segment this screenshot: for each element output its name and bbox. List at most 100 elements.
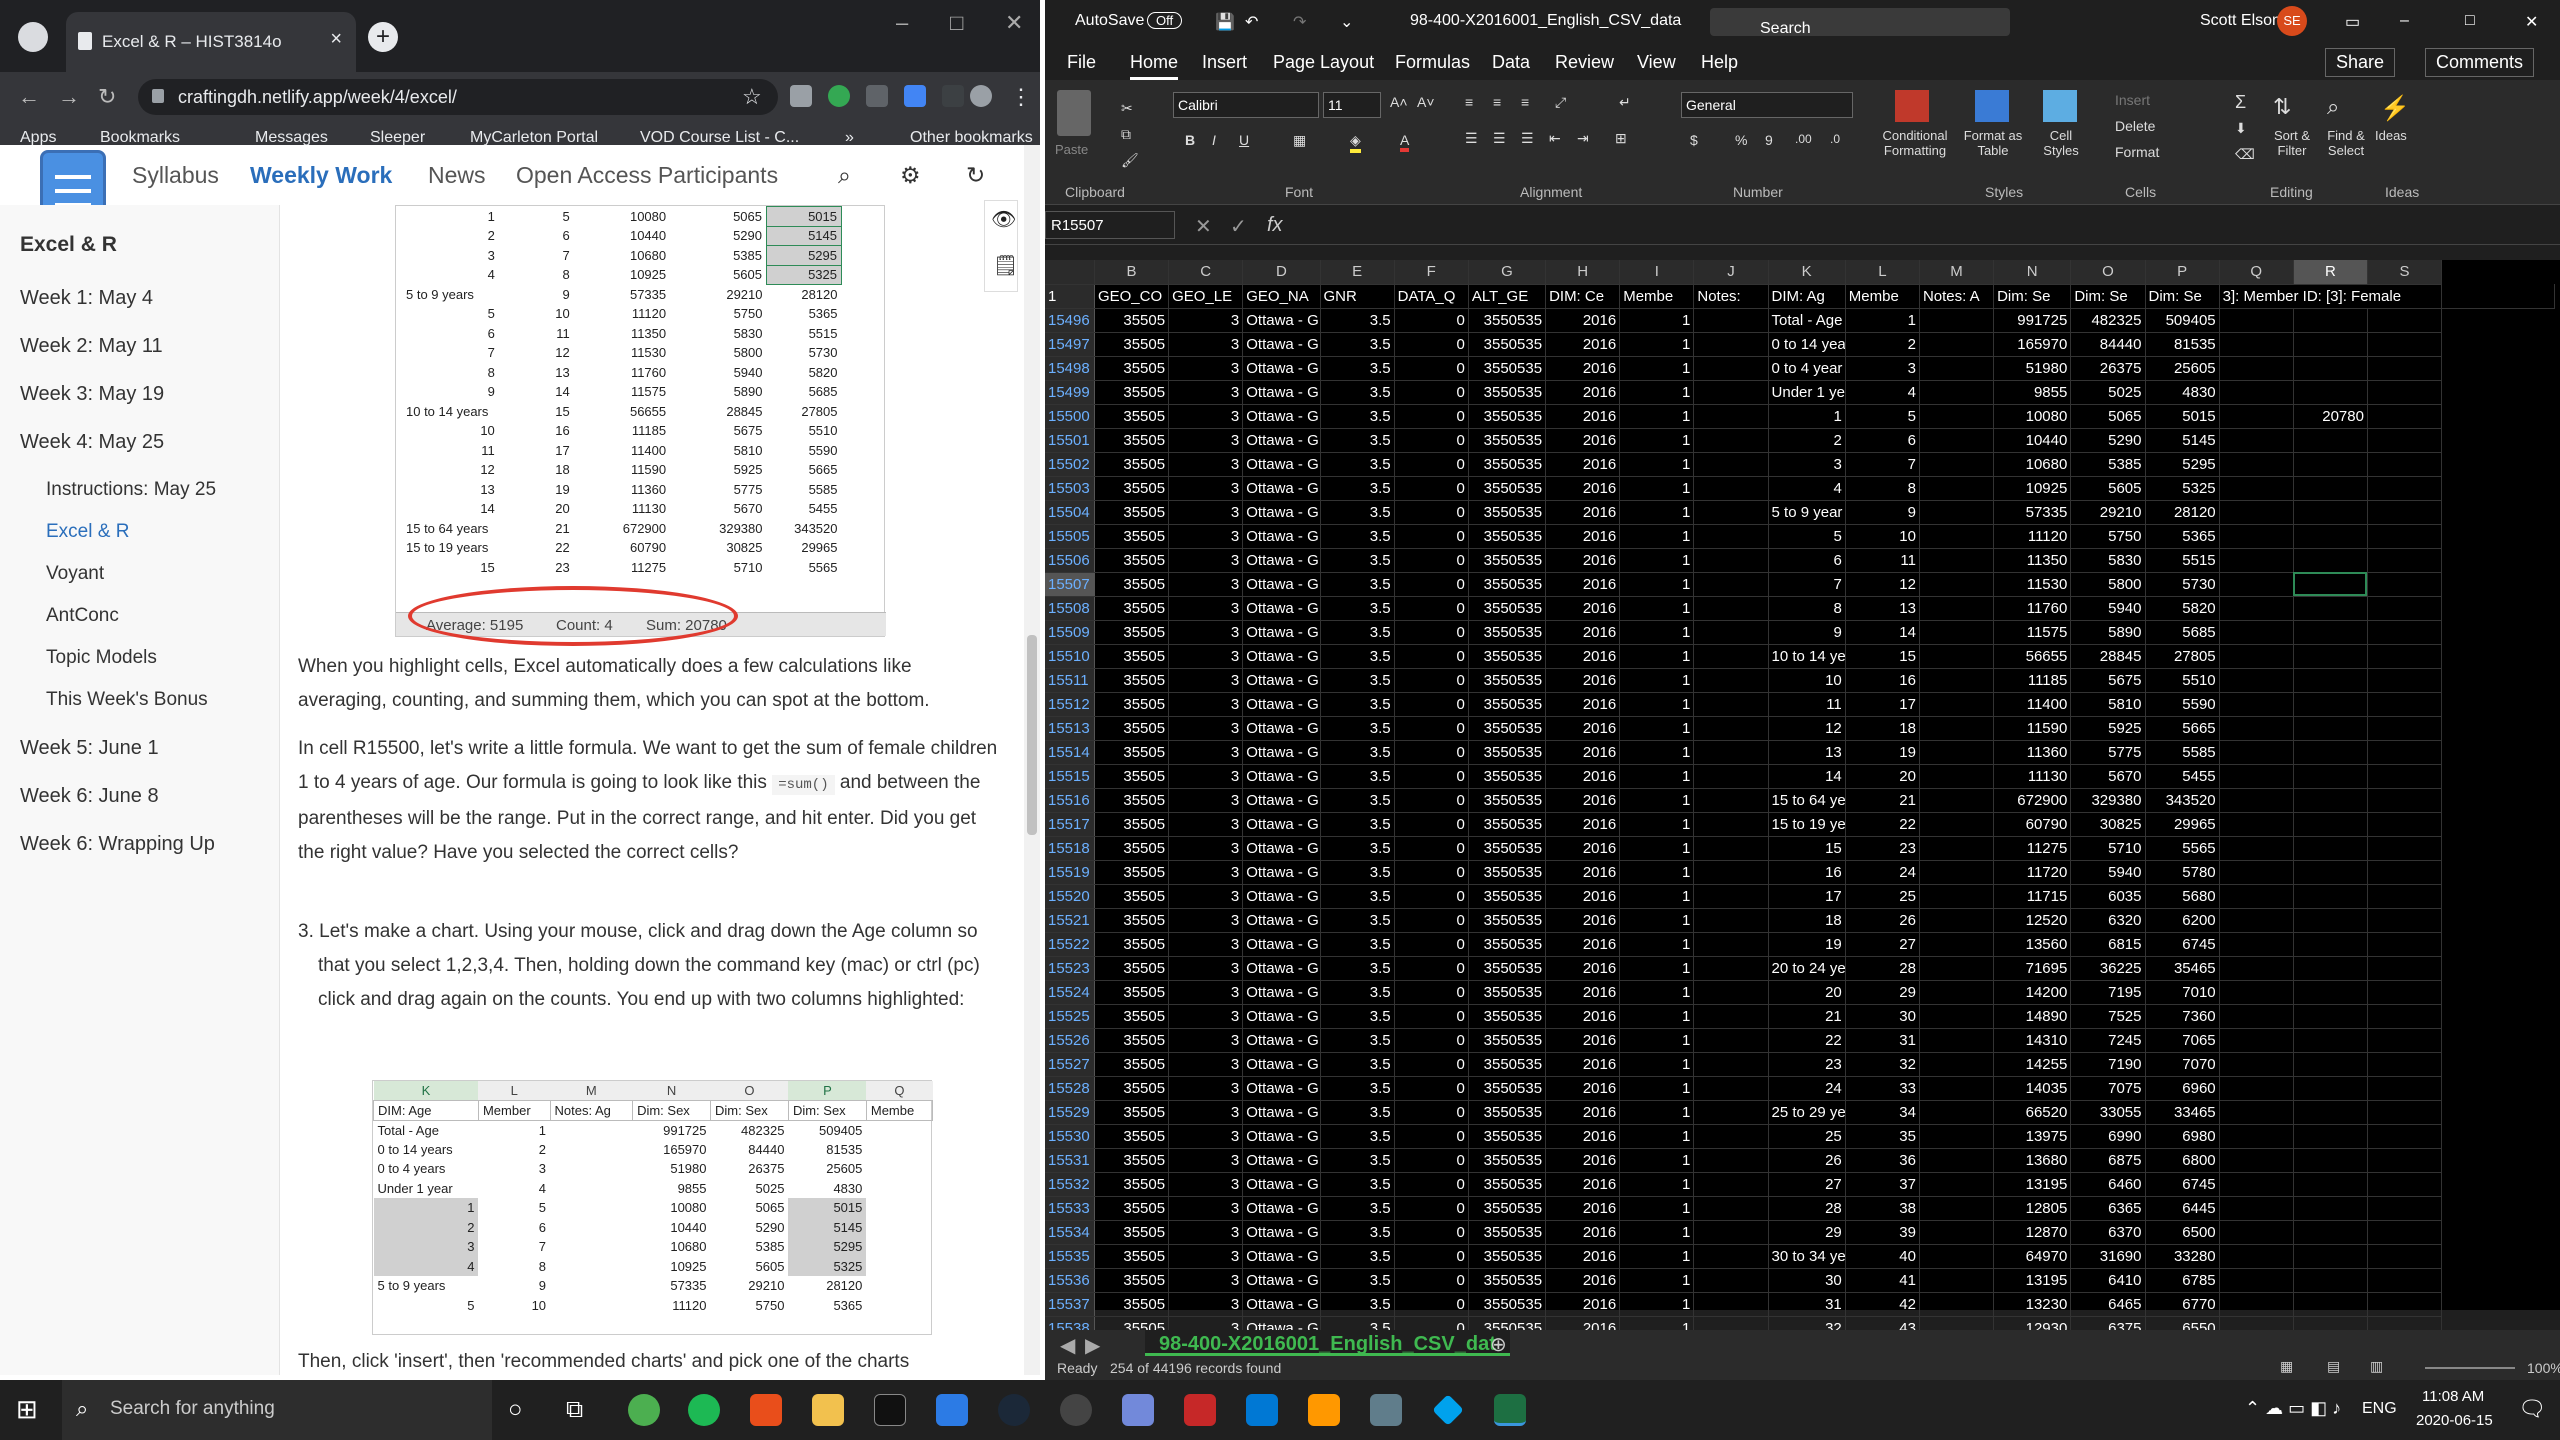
grid-cell[interactable]: 35505 bbox=[1094, 1076, 1170, 1101]
column-header[interactable]: Q bbox=[2219, 260, 2294, 285]
grid-cell[interactable]: 2016 bbox=[1545, 1220, 1621, 1245]
grid-cell[interactable]: 11350 bbox=[1993, 548, 2072, 573]
grid-cell[interactable]: 35505 bbox=[1094, 644, 1170, 669]
grid-cell[interactable]: 3 bbox=[1168, 1124, 1244, 1149]
grid-cell[interactable]: 5830 bbox=[2070, 548, 2146, 573]
grid-cell[interactable]: 3.5 bbox=[1320, 1268, 1395, 1293]
filter-header[interactable]: Dim: Sex bbox=[632, 1100, 711, 1121]
grid-cell[interactable]: 3550535 bbox=[1468, 908, 1547, 933]
grid-cell[interactable]: 6365 bbox=[2070, 1196, 2146, 1221]
grid-cell[interactable]: 3 bbox=[1168, 644, 1244, 669]
grid-cell[interactable]: Ottawa - G bbox=[1242, 1292, 1321, 1317]
grid-cell[interactable]: 10 to 14 ye bbox=[1768, 644, 1846, 669]
grid-cell[interactable] bbox=[1919, 1196, 1995, 1221]
grid-cell[interactable]: 3550535 bbox=[1468, 716, 1547, 741]
grid-cell[interactable] bbox=[2219, 1052, 2294, 1077]
grid-cell[interactable] bbox=[2367, 428, 2443, 453]
comments-button[interactable]: Comments bbox=[2425, 48, 2535, 77]
grid-cell[interactable]: 12 bbox=[1845, 572, 1920, 597]
grid-cell[interactable]: 0 bbox=[1394, 812, 1469, 837]
grid-cell[interactable] bbox=[1693, 1028, 1769, 1053]
grid-cell[interactable] bbox=[1919, 716, 1995, 741]
grid-cell[interactable] bbox=[2367, 1148, 2443, 1173]
grid-cell[interactable]: Ottawa - G bbox=[1242, 1268, 1321, 1293]
grid-cell[interactable]: 3.5 bbox=[1320, 932, 1395, 957]
grid-cell[interactable] bbox=[1919, 356, 1995, 381]
grid-cell[interactable]: 24 bbox=[1845, 860, 1920, 885]
grid-cell[interactable]: 35505 bbox=[1094, 956, 1170, 981]
forward-icon[interactable]: → bbox=[58, 84, 80, 110]
grid-cell[interactable] bbox=[2293, 476, 2368, 501]
grid-cell[interactable] bbox=[1693, 332, 1769, 357]
grid-cell[interactable]: 3550535 bbox=[1468, 1052, 1547, 1077]
grid-cell[interactable]: 3.5 bbox=[1320, 380, 1395, 405]
grid-cell[interactable]: 5675 bbox=[2070, 668, 2146, 693]
nav-syllabus[interactable]: Syllabus bbox=[132, 162, 219, 189]
grid-cell[interactable]: 21 bbox=[1845, 788, 1920, 813]
grid-cell[interactable]: 25 bbox=[1768, 1124, 1846, 1149]
grid-cell[interactable] bbox=[1919, 1124, 1995, 1149]
grid-cell[interactable]: 3 bbox=[1168, 1244, 1244, 1269]
grid-cell[interactable]: 3.5 bbox=[1320, 500, 1395, 525]
grid-cell[interactable]: 3.5 bbox=[1320, 740, 1395, 765]
grid-cell[interactable] bbox=[1693, 884, 1769, 909]
grid-cell[interactable] bbox=[2293, 308, 2368, 333]
filter-header[interactable]: Membe bbox=[1619, 284, 1695, 309]
sheet-nav-prev-icon[interactable]: ◀ bbox=[1060, 1333, 1075, 1358]
grid-cell[interactable]: 35505 bbox=[1094, 1004, 1170, 1029]
grid-cell[interactable]: 5730 bbox=[2145, 572, 2220, 597]
grid-cell[interactable] bbox=[1693, 740, 1769, 765]
grid-cell[interactable] bbox=[1693, 428, 1769, 453]
tab-view[interactable]: View bbox=[1637, 52, 1676, 73]
grid-cell[interactable]: 35505 bbox=[1094, 740, 1170, 765]
grid-cell[interactable]: 11715 bbox=[1993, 884, 2072, 909]
grid-cell[interactable] bbox=[2219, 860, 2294, 885]
grid-cell[interactable]: 5510 bbox=[2145, 668, 2220, 693]
grid-cell[interactable] bbox=[2293, 908, 2368, 933]
save-icon[interactable]: 💾 bbox=[1215, 12, 1235, 32]
grid-cell[interactable] bbox=[2367, 836, 2443, 861]
grid-cell[interactable] bbox=[1919, 500, 1995, 525]
steam-icon[interactable] bbox=[998, 1394, 1030, 1426]
filter-header[interactable]: GNR bbox=[1320, 284, 1395, 309]
sort-filter-label[interactable]: Sort & Filter bbox=[2267, 128, 2317, 158]
grid-cell[interactable]: 18 bbox=[1845, 716, 1920, 741]
grid-cell[interactable] bbox=[1919, 884, 1995, 909]
grid-cell[interactable] bbox=[1693, 1004, 1769, 1029]
grid-cell[interactable]: 2016 bbox=[1545, 884, 1621, 909]
grid-cell[interactable]: 10440 bbox=[1993, 428, 2072, 453]
grid-cell[interactable]: 0 bbox=[1394, 740, 1469, 765]
grid-cell[interactable]: 18 bbox=[1768, 908, 1846, 933]
percent-icon[interactable]: % bbox=[1735, 132, 1747, 148]
grid-cell[interactable]: 24 bbox=[1768, 1076, 1846, 1101]
grid-cell[interactable]: 2016 bbox=[1545, 524, 1621, 549]
grid-cell[interactable] bbox=[2293, 1292, 2368, 1317]
grid-cell[interactable]: 1 bbox=[1619, 1172, 1695, 1197]
grid-cell[interactable]: 41 bbox=[1845, 1268, 1920, 1293]
grid-cell[interactable]: 5385 bbox=[2070, 452, 2146, 477]
grid-cell[interactable]: 0 bbox=[1394, 908, 1469, 933]
clock-time[interactable]: 11:08 AM bbox=[2422, 1388, 2484, 1405]
grid-cell[interactable]: 13195 bbox=[1993, 1268, 2072, 1293]
grid-cell[interactable]: 14200 bbox=[1993, 980, 2072, 1005]
grid-cell[interactable]: 3 bbox=[1168, 500, 1244, 525]
grid-cell[interactable]: 13 bbox=[1845, 596, 1920, 621]
format-as-table-icon[interactable] bbox=[1975, 90, 2009, 122]
grid-cell[interactable]: 28120 bbox=[2145, 500, 2220, 525]
grid-cell[interactable] bbox=[1693, 1220, 1769, 1245]
close-window-icon[interactable]: ✕ bbox=[1005, 10, 1023, 36]
grid-cell[interactable] bbox=[1919, 1004, 1995, 1029]
tab-home[interactable]: Home bbox=[1130, 52, 1179, 80]
sidebar-item-excel[interactable]: Excel & R bbox=[46, 521, 129, 543]
grid-cell[interactable] bbox=[2293, 1100, 2368, 1125]
paste-icon[interactable] bbox=[1057, 90, 1091, 136]
grid-cell[interactable]: 27 bbox=[1845, 932, 1920, 957]
grid-cell[interactable]: 2 bbox=[1768, 428, 1846, 453]
decrease-indent-icon[interactable]: ⇤ bbox=[1549, 130, 1561, 147]
grid-cell[interactable] bbox=[1919, 428, 1995, 453]
grid-cell[interactable] bbox=[1919, 380, 1995, 405]
grid-cell[interactable]: 13560 bbox=[1993, 932, 2072, 957]
grid-cell[interactable]: 57335 bbox=[1993, 500, 2072, 525]
grid-cell[interactable]: 35505 bbox=[1094, 1244, 1170, 1269]
grid-cell[interactable]: 5810 bbox=[2070, 692, 2146, 717]
